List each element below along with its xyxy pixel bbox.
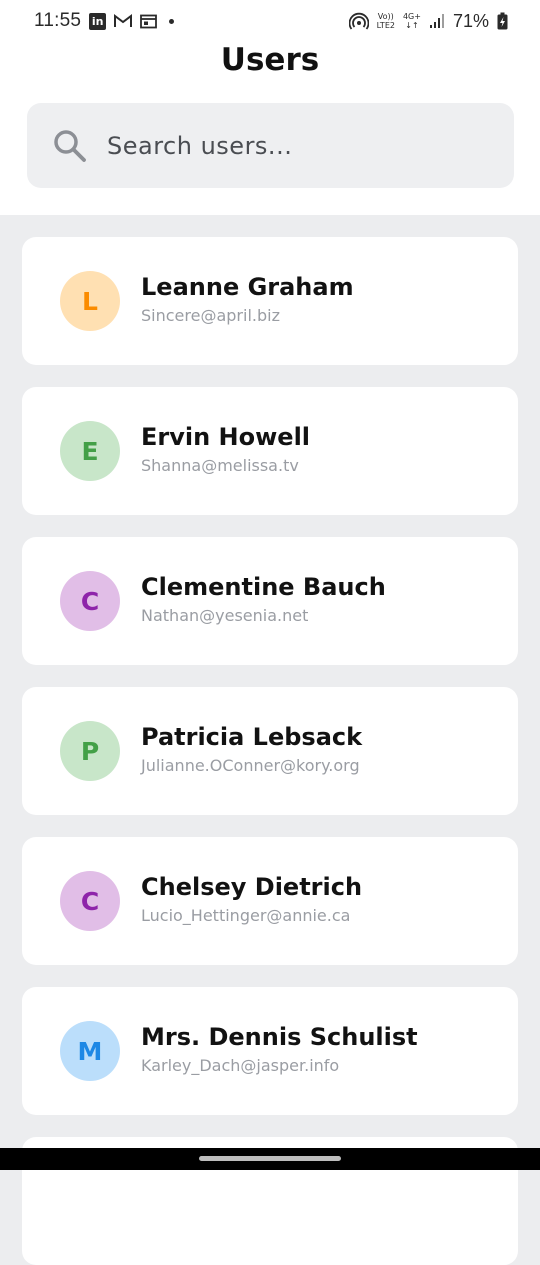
user-name: Mrs. Dennis Schulist	[141, 1023, 418, 1051]
user-email: Shanna@melissa.tv	[141, 456, 299, 475]
avatar: M	[60, 1021, 120, 1081]
battery-percent: 71%	[452, 10, 489, 31]
user-name: Ervin Howell	[141, 423, 311, 451]
user-name: Clementine Bauch	[141, 573, 386, 601]
user-card[interactable]: C Clementine Bauch Nathan@yesenia.net	[22, 537, 518, 665]
home-gesture-handle[interactable]	[199, 1156, 341, 1161]
user-card[interactable]: L Leanne Graham Sincere@april.biz	[22, 237, 518, 365]
avatar: P	[60, 721, 120, 781]
status-time: 11:55	[34, 10, 82, 31]
user-card[interactable]: C Chelsey Dietrich Lucio_Hettinger@annie…	[22, 837, 518, 965]
status-bar: 11:55 in Vo)) LTE2 4G+ ↓↑ 71%	[0, 0, 540, 42]
volte-indicator: Vo)) LTE2	[377, 12, 395, 30]
user-name: Leanne Graham	[141, 273, 354, 301]
avatar: L	[60, 271, 120, 331]
search-icon	[53, 129, 87, 163]
user-card[interactable]: M Mrs. Dennis Schulist Karley_Dach@jaspe…	[22, 987, 518, 1115]
linkedin-icon: in	[89, 12, 107, 30]
network-type-label: 4G+	[402, 12, 421, 21]
search-box[interactable]	[27, 103, 514, 188]
user-email: Nathan@yesenia.net	[141, 606, 309, 625]
user-email: Karley_Dach@jasper.info	[141, 1056, 340, 1075]
volte-bottom-label: LTE2	[376, 21, 395, 30]
more-notifications-dot	[169, 18, 175, 24]
user-card[interactable]: E Ervin Howell Shanna@melissa.tv	[22, 387, 518, 515]
avatar: C	[60, 871, 120, 931]
hotspot-icon	[348, 12, 369, 30]
search-input[interactable]	[107, 103, 497, 188]
page-title: Users	[220, 42, 320, 78]
system-navigation-bar	[0, 1148, 540, 1170]
news-icon	[140, 14, 158, 29]
network-type-indicator: 4G+ ↓↑	[403, 12, 421, 30]
avatar: E	[60, 421, 120, 481]
user-email: Sincere@april.biz	[141, 306, 280, 325]
gmail-icon	[114, 14, 133, 28]
signal-icon	[429, 13, 445, 29]
battery-charging-icon	[497, 12, 508, 30]
user-name: Patricia Lebsack	[141, 723, 363, 751]
user-email: Julianne.OConner@kory.org	[141, 756, 360, 775]
data-arrows-label: ↓↑	[405, 21, 419, 30]
user-card[interactable]: P Patricia Lebsack Julianne.OConner@kory…	[22, 687, 518, 815]
avatar: C	[60, 571, 120, 631]
status-bar-left: 11:55 in	[34, 10, 175, 32]
volte-top-label: Vo))	[377, 12, 394, 21]
user-email: Lucio_Hettinger@annie.ca	[141, 906, 351, 925]
status-bar-right: Vo)) LTE2 4G+ ↓↑ 71%	[348, 10, 508, 32]
header: Users	[0, 42, 540, 215]
user-name: Chelsey Dietrich	[141, 873, 363, 901]
